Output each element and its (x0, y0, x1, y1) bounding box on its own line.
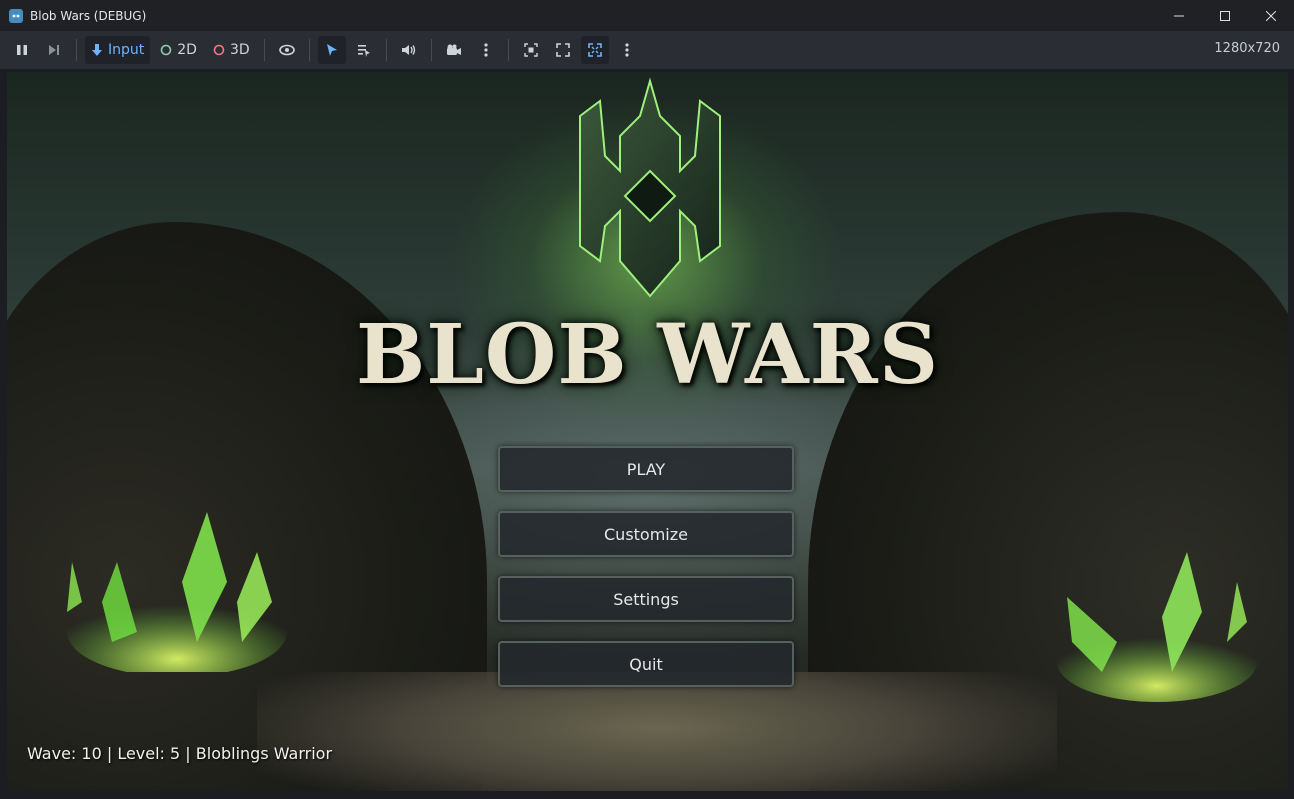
game-logo-emblem (579, 77, 721, 298)
next-frame-icon (49, 45, 59, 55)
more-icon (625, 43, 629, 57)
2d-icon (160, 44, 172, 56)
3d-label: 3D (229, 42, 250, 58)
screenshot-button[interactable] (517, 36, 545, 64)
game-viewport: BLOB WARS PLAY Customize Settings Quit W… (7, 72, 1288, 791)
list-select-icon (357, 45, 370, 57)
left-crystals-image (67, 512, 287, 672)
toolbar-separator (308, 39, 310, 61)
maximize-icon (1220, 10, 1230, 21)
input-label: Input (108, 42, 145, 58)
3d-icon (213, 44, 225, 56)
toolbar-separator (385, 39, 387, 61)
more-options-button-2[interactable] (613, 36, 641, 64)
player-status-text: Wave: 10 | Level: 5 | Bloblings Warrior (27, 744, 333, 763)
close-icon (1266, 10, 1276, 21)
pause-icon (17, 45, 27, 55)
game-title: BLOB WARS (355, 307, 940, 403)
camera-icon (446, 44, 461, 55)
cursor-icon (326, 44, 337, 56)
maximize-button[interactable] (1202, 0, 1248, 31)
godot-icon (9, 8, 23, 23)
fullscreen-icon (555, 43, 570, 57)
visibility-button[interactable] (273, 36, 301, 64)
list-select-button[interactable] (350, 36, 378, 64)
minimize-icon (1174, 15, 1184, 16)
screenshot-icon (523, 43, 538, 57)
input-icon (92, 44, 102, 56)
customize-button[interactable]: Customize (498, 511, 794, 557)
2d-label: 2D (177, 42, 197, 58)
stone-path-background (257, 672, 1057, 791)
3d-button[interactable]: 3D (207, 36, 256, 64)
more-options-button[interactable] (472, 36, 500, 64)
pause-button[interactable] (8, 36, 36, 64)
toolbar-separator (76, 39, 77, 61)
next-frame-button[interactable] (40, 36, 68, 64)
toolbar-separator (430, 39, 432, 61)
speaker-icon (401, 45, 415, 55)
resolution-label: 1280x720 (1214, 41, 1280, 56)
minimize-button[interactable] (1156, 0, 1202, 31)
more-icon (484, 43, 488, 57)
window-titlebar: Blob Wars (DEBUG) (0, 0, 1294, 31)
embed-icon (587, 43, 602, 57)
settings-button[interactable]: Settings (498, 576, 794, 622)
2d-button[interactable]: 2D (154, 36, 203, 64)
fullscreen-button[interactable] (549, 36, 577, 64)
right-crystals-image (1057, 552, 1257, 702)
toolbar-separator (263, 39, 265, 61)
debug-toolbar: Input 2D 3D (0, 31, 1294, 69)
close-button[interactable] (1248, 0, 1294, 31)
play-button[interactable]: PLAY (498, 446, 794, 492)
select-button[interactable] (317, 36, 346, 64)
toolbar-separator (507, 39, 509, 61)
input-button[interactable]: Input (85, 36, 151, 64)
embed-button[interactable] (580, 36, 609, 64)
quit-button[interactable]: Quit (498, 641, 794, 687)
eye-icon (278, 44, 295, 56)
audio-button[interactable] (395, 36, 423, 64)
camera-button[interactable] (440, 36, 468, 64)
window-title: Blob Wars (DEBUG) (30, 8, 147, 23)
